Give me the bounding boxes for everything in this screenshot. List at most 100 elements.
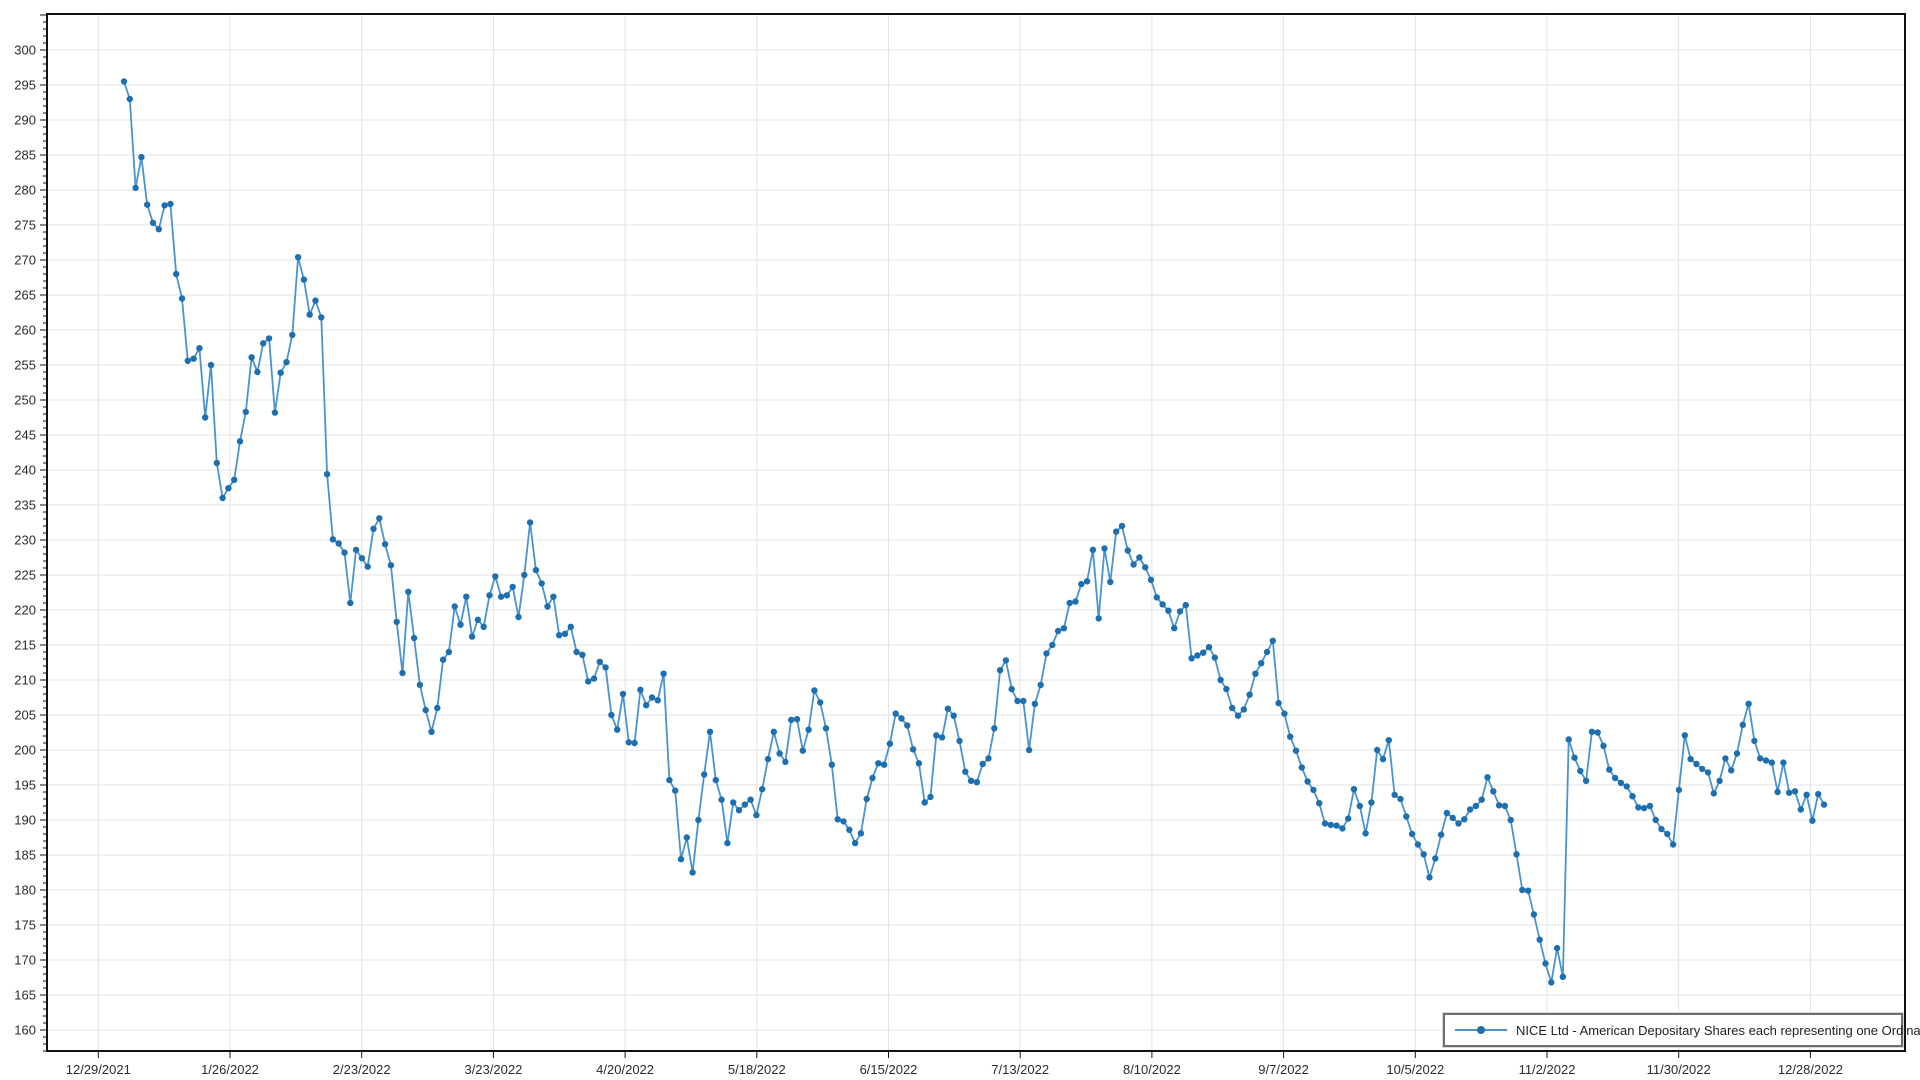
data-point[interactable]: [1722, 755, 1728, 761]
data-point[interactable]: [132, 185, 138, 191]
data-point[interactable]: [440, 657, 446, 663]
data-point[interactable]: [1490, 788, 1496, 794]
data-point[interactable]: [1629, 793, 1635, 799]
data-point[interactable]: [1786, 790, 1792, 796]
data-point[interactable]: [1293, 748, 1299, 754]
data-point[interactable]: [747, 797, 753, 803]
data-point[interactable]: [225, 485, 231, 491]
data-point[interactable]: [260, 340, 266, 346]
data-point[interactable]: [1763, 757, 1769, 763]
data-point[interactable]: [631, 740, 637, 746]
data-point[interactable]: [1380, 756, 1386, 762]
data-point[interactable]: [881, 762, 887, 768]
data-point[interactable]: [405, 589, 411, 595]
data-point[interactable]: [1682, 732, 1688, 738]
data-point[interactable]: [486, 592, 492, 598]
data-point[interactable]: [800, 748, 806, 754]
data-point[interactable]: [1560, 974, 1566, 980]
data-point[interactable]: [817, 699, 823, 705]
data-point[interactable]: [980, 761, 986, 767]
data-point[interactable]: [1368, 799, 1374, 805]
data-point[interactable]: [1020, 698, 1026, 704]
data-point[interactable]: [1716, 778, 1722, 784]
data-point[interactable]: [510, 584, 516, 590]
data-point[interactable]: [887, 741, 893, 747]
data-point[interactable]: [370, 526, 376, 532]
data-point[interactable]: [1798, 806, 1804, 812]
data-point[interactable]: [190, 356, 196, 362]
data-point[interactable]: [283, 359, 289, 365]
data-point[interactable]: [237, 438, 243, 444]
data-point[interactable]: [1705, 769, 1711, 775]
data-point[interactable]: [1391, 792, 1397, 798]
data-point[interactable]: [666, 777, 672, 783]
data-point[interactable]: [475, 617, 481, 623]
data-point[interactable]: [846, 827, 852, 833]
data-point[interactable]: [1096, 615, 1102, 621]
data-point[interactable]: [1769, 759, 1775, 765]
data-point[interactable]: [1415, 841, 1421, 847]
data-point[interactable]: [1345, 815, 1351, 821]
data-point[interactable]: [1322, 820, 1328, 826]
data-point[interactable]: [341, 549, 347, 555]
data-point[interactable]: [515, 614, 521, 620]
data-point[interactable]: [1780, 759, 1786, 765]
data-point[interactable]: [962, 769, 968, 775]
data-point[interactable]: [736, 807, 742, 813]
data-point[interactable]: [318, 314, 324, 320]
data-point[interactable]: [626, 739, 632, 745]
series-points[interactable]: [121, 78, 1827, 985]
data-point[interactable]: [1235, 713, 1241, 719]
data-point[interactable]: [202, 414, 208, 420]
data-point[interactable]: [428, 729, 434, 735]
data-point[interactable]: [672, 787, 678, 793]
data-point[interactable]: [1241, 706, 1247, 712]
data-point[interactable]: [1757, 755, 1763, 761]
data-point[interactable]: [1403, 813, 1409, 819]
data-point[interactable]: [278, 370, 284, 376]
data-point[interactable]: [1554, 945, 1560, 951]
data-point[interactable]: [1252, 671, 1258, 677]
data-point[interactable]: [562, 631, 568, 637]
data-point[interactable]: [1815, 791, 1821, 797]
data-point[interactable]: [1583, 778, 1589, 784]
data-point[interactable]: [1316, 800, 1322, 806]
data-point[interactable]: [1455, 820, 1461, 826]
data-point[interactable]: [1165, 608, 1171, 614]
data-point[interactable]: [788, 717, 794, 723]
data-point[interactable]: [864, 796, 870, 802]
data-point[interactable]: [289, 332, 295, 338]
data-point[interactable]: [1107, 579, 1113, 585]
data-point[interactable]: [173, 271, 179, 277]
data-point[interactable]: [898, 715, 904, 721]
data-point[interactable]: [544, 603, 550, 609]
data-point[interactable]: [1537, 937, 1543, 943]
data-point[interactable]: [1206, 644, 1212, 650]
data-point[interactable]: [1473, 803, 1479, 809]
data-point[interactable]: [481, 624, 487, 630]
data-point[interactable]: [1078, 581, 1084, 587]
data-point[interactable]: [1287, 734, 1293, 740]
data-point[interactable]: [805, 727, 811, 733]
data-point[interactable]: [927, 794, 933, 800]
data-point[interactable]: [689, 869, 695, 875]
data-point[interactable]: [411, 635, 417, 641]
data-point[interactable]: [939, 734, 945, 740]
data-point[interactable]: [1653, 817, 1659, 823]
data-point[interactable]: [1571, 755, 1577, 761]
data-point[interactable]: [852, 840, 858, 846]
data-point[interactable]: [1479, 797, 1485, 803]
data-point[interactable]: [1351, 786, 1357, 792]
data-point[interactable]: [713, 777, 719, 783]
data-point[interactable]: [765, 756, 771, 762]
data-point[interactable]: [1171, 625, 1177, 631]
data-point[interactable]: [1508, 817, 1514, 823]
data-point[interactable]: [602, 664, 608, 670]
data-point[interactable]: [138, 154, 144, 160]
data-point[interactable]: [782, 759, 788, 765]
data-point[interactable]: [1281, 710, 1287, 716]
data-point[interactable]: [219, 495, 225, 501]
data-point[interactable]: [1136, 554, 1142, 560]
data-point[interactable]: [1183, 602, 1189, 608]
data-point[interactable]: [840, 818, 846, 824]
